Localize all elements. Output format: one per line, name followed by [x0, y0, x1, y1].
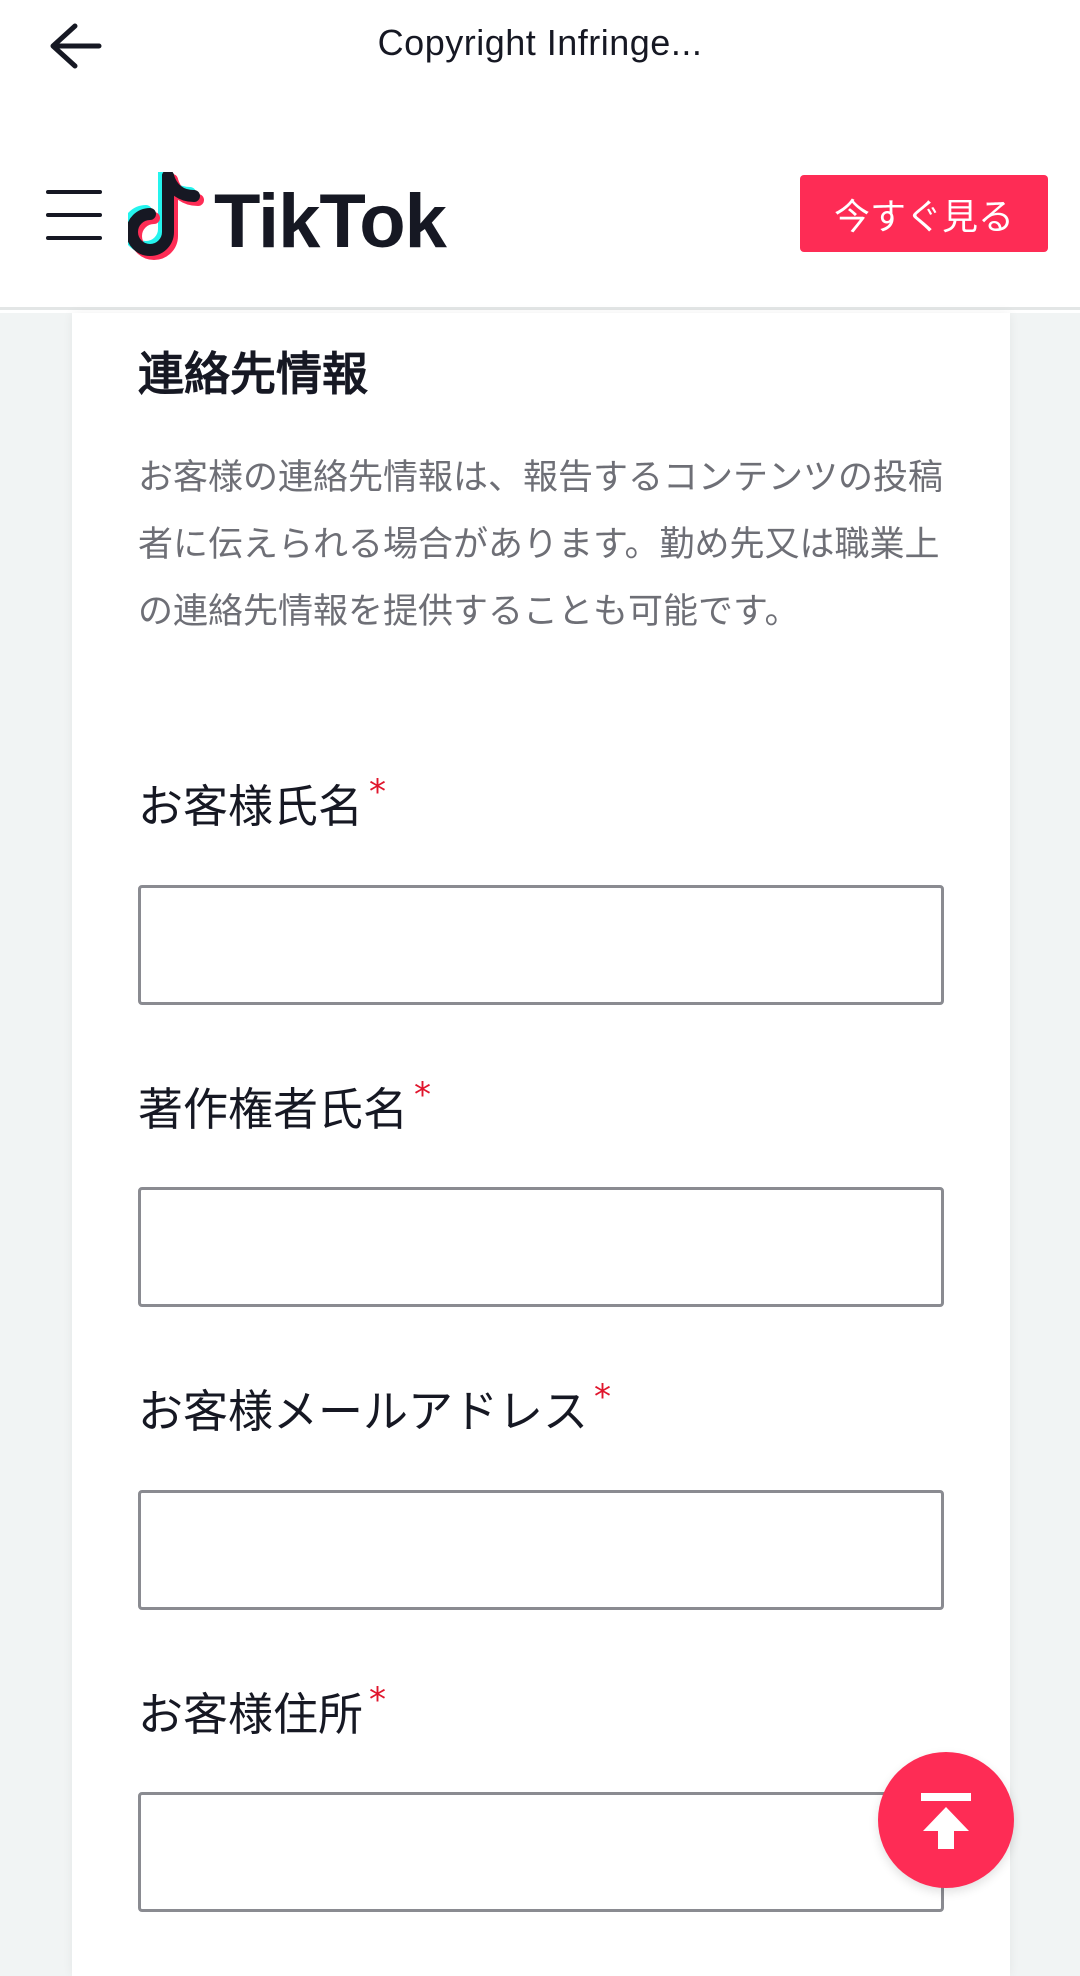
tiktok-note-icon	[128, 172, 204, 260]
customer-name-input[interactable]	[138, 885, 944, 1005]
required-mark: *	[369, 772, 387, 812]
customer-address-label: お客様住所 *	[138, 1680, 387, 1741]
section-description: お客様の連絡先情報は、報告するコンテンツの投稿者に伝えられる場合があります。勤め…	[138, 458, 944, 632]
customer-email-label: お客様メールアドレス *	[138, 1377, 612, 1438]
required-mark: *	[414, 1075, 432, 1115]
arrow-up-to-top-icon	[921, 1793, 971, 1849]
required-mark: *	[369, 1680, 387, 1720]
site-header: TikTok 今すぐ見る	[0, 140, 1080, 310]
tiktok-logo[interactable]: TikTok	[128, 162, 447, 272]
copyright-owner-name-label: 著作権者氏名 *	[138, 1075, 432, 1136]
section-title: 連絡先情報	[138, 347, 368, 401]
hamburger-menu-button[interactable]	[46, 190, 102, 240]
customer-address-input[interactable]	[138, 1792, 944, 1912]
customer-name-label: お客様氏名 *	[138, 772, 387, 833]
required-mark: *	[594, 1377, 612, 1417]
customer-email-input[interactable]	[138, 1490, 944, 1610]
hamburger-menu-icon	[46, 190, 102, 194]
scroll-to-top-button[interactable]	[878, 1752, 1014, 1888]
logo-text: TikTok	[214, 178, 447, 264]
page-title: Copyright Infringe...	[377, 22, 703, 63]
watch-now-button[interactable]: 今すぐ見る	[800, 175, 1048, 252]
copyright-owner-name-input[interactable]	[138, 1187, 944, 1307]
top-bar: Copyright Infringe...	[0, 0, 1080, 92]
